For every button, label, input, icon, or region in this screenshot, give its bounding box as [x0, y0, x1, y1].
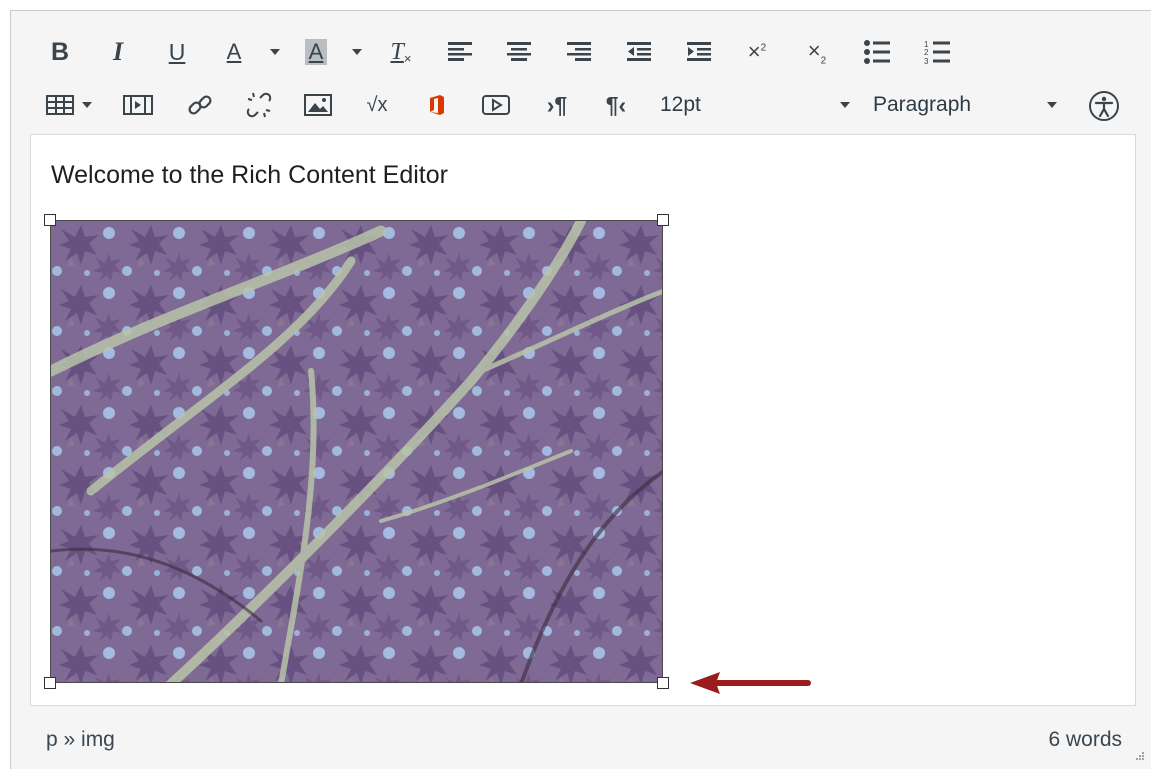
- selected-image[interactable]: [50, 220, 663, 683]
- italic-icon: I: [112, 37, 124, 66]
- chevron-down-icon: [1047, 102, 1057, 108]
- ltr-paragraph-icon: ›¶: [546, 91, 568, 118]
- indent-button[interactable]: [684, 32, 714, 72]
- table-dropdown[interactable]: [80, 85, 94, 125]
- superscript-button[interactable]: ×2: [742, 32, 772, 72]
- outdent-icon: [627, 42, 651, 61]
- align-center-icon: [507, 42, 531, 61]
- accessibility-icon: [1089, 91, 1119, 121]
- editor-content-area[interactable]: Welcome to the Rich Content Editor: [30, 134, 1136, 706]
- rtl-paragraph-icon: ¶‹: [605, 91, 627, 118]
- underline-button[interactable]: U: [165, 32, 189, 72]
- resize-handle-top-left[interactable]: [44, 214, 56, 226]
- square-root-icon: √x: [366, 93, 388, 116]
- rtl-button[interactable]: ¶‹: [600, 85, 632, 125]
- unlink-icon: [246, 92, 272, 118]
- table-button[interactable]: [44, 85, 76, 125]
- maple-leaves-image: [51, 221, 662, 682]
- superscript-icon: ×2: [747, 39, 767, 64]
- embed-video-button[interactable]: [480, 85, 512, 125]
- unlink-button[interactable]: [243, 85, 275, 125]
- resize-handle-top-right[interactable]: [657, 214, 669, 226]
- italic-button[interactable]: I: [106, 32, 130, 72]
- table-icon: [46, 95, 74, 115]
- chevron-down-icon: [270, 49, 280, 55]
- media-button[interactable]: [122, 85, 154, 125]
- text-color-button[interactable]: A: [219, 32, 249, 72]
- align-left-button[interactable]: [445, 32, 475, 72]
- text-color-icon: A: [226, 39, 242, 64]
- resize-handle-bottom-left[interactable]: [44, 677, 56, 689]
- svg-text:2: 2: [924, 48, 929, 57]
- bullet-list-button[interactable]: [862, 32, 892, 72]
- bullet-list-icon: [864, 40, 890, 64]
- clear-formatting-button[interactable]: T ×: [386, 32, 416, 72]
- text-color-dropdown[interactable]: [268, 32, 282, 72]
- outdent-button[interactable]: [624, 32, 654, 72]
- block-format-value: Paragraph: [873, 93, 972, 116]
- word-count: 6 words: [1048, 728, 1122, 751]
- subscript-icon: ×2: [807, 37, 827, 67]
- subscript-button[interactable]: ×2: [802, 32, 832, 72]
- media-embed-icon: [123, 95, 153, 115]
- background-color-dropdown[interactable]: [350, 32, 364, 72]
- align-center-button[interactable]: [504, 32, 534, 72]
- link-icon: [188, 95, 212, 115]
- font-size-value: 12pt: [660, 93, 701, 116]
- element-path: p » img: [46, 728, 115, 751]
- ltr-button[interactable]: ›¶: [541, 85, 573, 125]
- underline-icon: U: [168, 38, 186, 65]
- resize-grip-icon[interactable]: [1131, 749, 1145, 763]
- equation-button[interactable]: √x: [361, 85, 393, 125]
- content-heading: Welcome to the Rich Content Editor: [51, 161, 448, 189]
- play-icon: [482, 95, 510, 115]
- chevron-down-icon: [840, 102, 850, 108]
- bold-button[interactable]: B: [48, 32, 72, 72]
- chevron-down-icon: [352, 49, 362, 55]
- block-format-select[interactable]: Paragraph: [873, 85, 1057, 125]
- chevron-down-icon: [82, 102, 92, 108]
- bold-icon: B: [50, 37, 70, 66]
- background-color-button[interactable]: A: [301, 32, 331, 72]
- numbered-list-icon: 123: [924, 40, 950, 65]
- image-icon: [304, 94, 332, 116]
- numbered-list-button[interactable]: 123: [922, 32, 952, 72]
- svg-text:3: 3: [924, 57, 929, 65]
- annotation-arrow: [690, 672, 811, 694]
- indent-icon: [687, 42, 711, 61]
- office-icon: [430, 95, 444, 115]
- accessibility-checker-button[interactable]: [1087, 86, 1121, 126]
- font-size-select[interactable]: 12pt: [660, 85, 850, 125]
- background-color-icon: A: [304, 39, 328, 65]
- resize-handle-bottom-right[interactable]: [657, 677, 669, 689]
- align-right-icon: [567, 42, 591, 61]
- align-right-button[interactable]: [564, 32, 594, 72]
- align-left-icon: [448, 42, 472, 61]
- image-button[interactable]: [302, 85, 334, 125]
- office365-button[interactable]: [422, 85, 452, 125]
- link-button[interactable]: [184, 85, 216, 125]
- clear-formatting-icon: T: [390, 38, 404, 65]
